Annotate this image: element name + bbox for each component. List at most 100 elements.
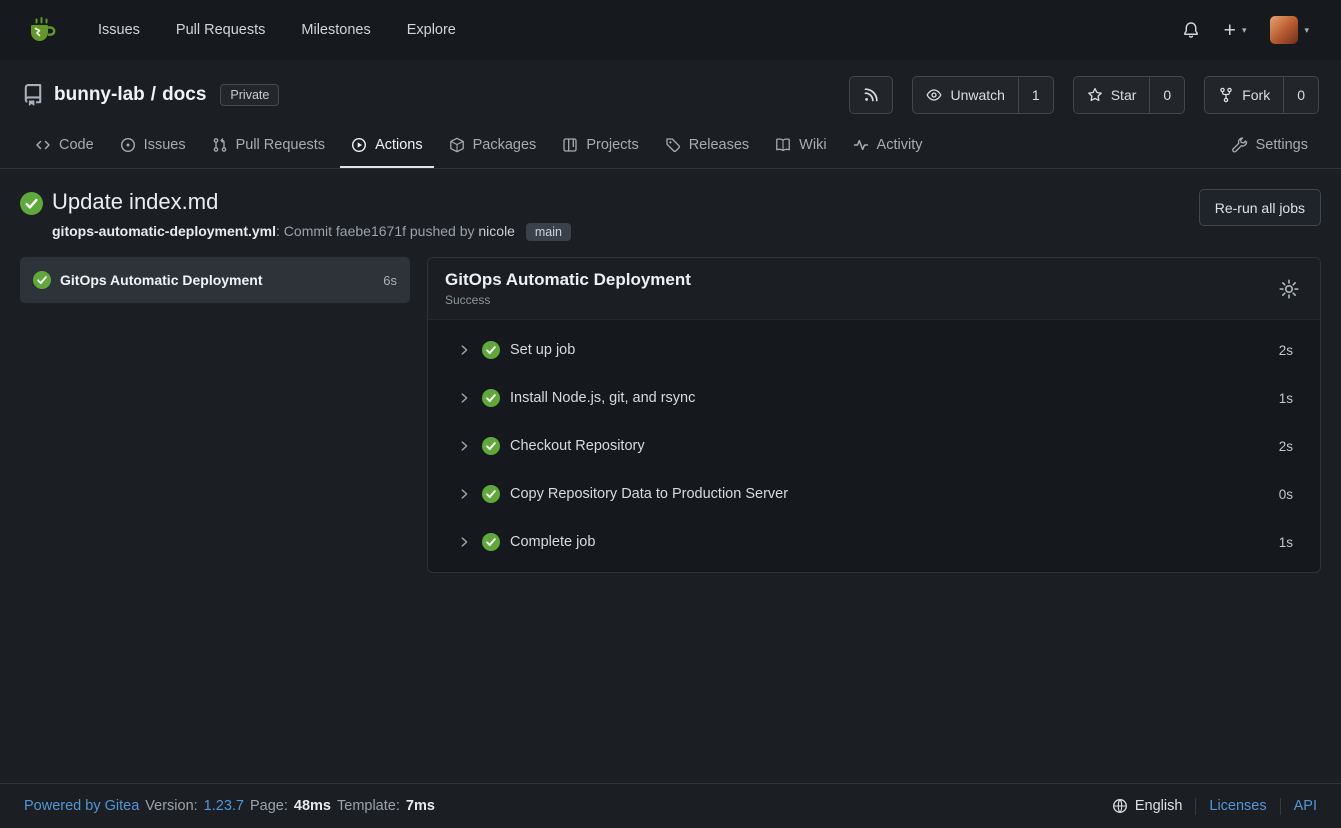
tab-releases[interactable]: Releases: [654, 124, 760, 168]
job-status-text: Success: [445, 293, 691, 307]
create-new-button[interactable]: + ▾: [1218, 14, 1253, 47]
step-row[interactable]: Complete job 1s: [428, 518, 1320, 566]
commit-text: : Commit faebe1671f pushed by: [276, 223, 474, 239]
nav-link-milestones[interactable]: Milestones: [283, 0, 388, 60]
page-time-label: Page:: [250, 798, 288, 814]
releases-tag-icon: [665, 137, 681, 153]
eye-icon: [926, 87, 942, 103]
rerun-all-jobs-button[interactable]: Re-run all jobs: [1199, 189, 1321, 226]
star-icon: [1087, 87, 1103, 103]
success-check-icon: [482, 389, 500, 407]
commit-author[interactable]: nicole: [478, 223, 515, 239]
job-list: GitOps Automatic Deployment 6s: [20, 257, 410, 303]
rss-button-group: [849, 76, 893, 114]
repo-title-row: bunny-lab / docs Private Unw: [22, 75, 1319, 115]
api-link[interactable]: API: [1294, 798, 1317, 814]
tab-issues[interactable]: Issues: [109, 124, 197, 168]
success-check-icon: [33, 271, 51, 289]
fork-label: Fork: [1242, 87, 1270, 103]
fork-button-group: Fork 0: [1204, 76, 1319, 114]
language-label: English: [1135, 798, 1183, 814]
globe-icon: [1112, 798, 1128, 814]
template-time-label: Template:: [337, 798, 400, 814]
tab-wiki[interactable]: Wiki: [764, 124, 837, 168]
chevron-right-icon: [457, 391, 471, 405]
job-panel-header: GitOps Automatic Deployment Success: [428, 258, 1320, 320]
workflow-file-name: gitops-automatic-deployment.yml: [52, 223, 276, 239]
nav-link-explore[interactable]: Explore: [389, 0, 474, 60]
success-check-icon: [482, 485, 500, 503]
step-row[interactable]: Install Node.js, git, and rsync 1s: [428, 374, 1320, 422]
watchers-count[interactable]: 1: [1018, 77, 1053, 113]
job-name: GitOps Automatic Deployment: [60, 272, 374, 288]
repo-action-buttons: Unwatch 1 Star 0: [849, 76, 1319, 114]
unwatch-label: Unwatch: [950, 87, 1004, 103]
language-selector[interactable]: English: [1112, 798, 1183, 814]
success-check-icon: [20, 192, 43, 215]
activity-pulse-icon: [853, 137, 869, 153]
repo-header: bunny-lab / docs Private Unw: [0, 60, 1341, 169]
step-duration: 1s: [1279, 391, 1293, 406]
rss-icon: [863, 87, 879, 103]
success-check-icon: [482, 533, 500, 551]
tab-label: Releases: [689, 137, 749, 153]
user-avatar: [1270, 16, 1298, 44]
footer-right: English Licenses API: [1112, 798, 1317, 815]
tab-projects[interactable]: Projects: [551, 124, 649, 168]
powered-by-gitea-link[interactable]: Powered by Gitea: [24, 798, 139, 814]
rss-button[interactable]: [850, 77, 892, 113]
user-menu-button[interactable]: ▾: [1264, 10, 1315, 50]
footer-divider: [1195, 798, 1196, 815]
unwatch-button[interactable]: Unwatch: [913, 77, 1017, 113]
star-label: Star: [1111, 87, 1137, 103]
version-link[interactable]: 1.23.7: [204, 798, 244, 814]
repo-name-link[interactable]: docs: [162, 84, 206, 106]
tab-pull-requests[interactable]: Pull Requests: [201, 124, 336, 168]
fork-button[interactable]: Fork: [1205, 77, 1283, 113]
chevron-right-icon: [457, 535, 471, 549]
tab-actions[interactable]: Actions: [340, 124, 434, 168]
wiki-book-icon: [775, 137, 791, 153]
success-check-icon: [482, 341, 500, 359]
step-row[interactable]: Set up job 2s: [428, 326, 1320, 374]
tab-activity[interactable]: Activity: [842, 124, 934, 168]
job-list-item[interactable]: GitOps Automatic Deployment 6s: [20, 257, 410, 303]
step-row[interactable]: Checkout Repository 2s: [428, 422, 1320, 470]
tab-code[interactable]: Code: [24, 124, 105, 168]
gitea-logo[interactable]: [26, 14, 58, 46]
projects-icon: [562, 137, 578, 153]
step-duration: 2s: [1279, 439, 1293, 454]
tab-label: Activity: [877, 137, 923, 153]
forks-count[interactable]: 0: [1283, 77, 1318, 113]
footer-divider: [1280, 798, 1281, 815]
repo-owner-link[interactable]: bunny-lab: [54, 84, 145, 106]
repo-tabs: Code Issues Pull Requests Actions: [22, 124, 1319, 168]
tab-packages[interactable]: Packages: [438, 124, 548, 168]
run-body: GitOps Automatic Deployment 6s GitOps Au…: [0, 241, 1341, 573]
tab-label: Pull Requests: [236, 137, 325, 153]
star-button[interactable]: Star: [1074, 77, 1150, 113]
branch-badge[interactable]: main: [526, 223, 571, 241]
nav-link-issues[interactable]: Issues: [80, 0, 158, 60]
page-footer: Powered by Gitea Version: 1.23.7 Page: 4…: [0, 783, 1341, 828]
top-navbar: Issues Pull Requests Milestones Explore …: [0, 0, 1341, 60]
job-options-button[interactable]: [1275, 275, 1303, 303]
step-row[interactable]: Copy Repository Data to Production Serve…: [428, 470, 1320, 518]
tab-settings[interactable]: Settings: [1221, 124, 1319, 168]
template-time-value: 7ms: [406, 798, 435, 814]
chevron-right-icon: [457, 439, 471, 453]
version-label: Version:: [145, 798, 197, 814]
step-name: Copy Repository Data to Production Serve…: [510, 486, 1279, 502]
licenses-link[interactable]: Licenses: [1209, 798, 1266, 814]
job-panel-title: GitOps Automatic Deployment: [445, 270, 691, 290]
notifications-button[interactable]: [1176, 15, 1206, 45]
code-icon: [35, 137, 51, 153]
nav-link-pull-requests[interactable]: Pull Requests: [158, 0, 283, 60]
stars-count[interactable]: 0: [1149, 77, 1184, 113]
tab-label: Wiki: [799, 137, 826, 153]
repo-icon: [22, 84, 44, 106]
job-duration: 6s: [383, 273, 397, 288]
tab-label: Issues: [144, 137, 186, 153]
visibility-badge: Private: [220, 84, 279, 106]
step-name: Set up job: [510, 342, 1279, 358]
